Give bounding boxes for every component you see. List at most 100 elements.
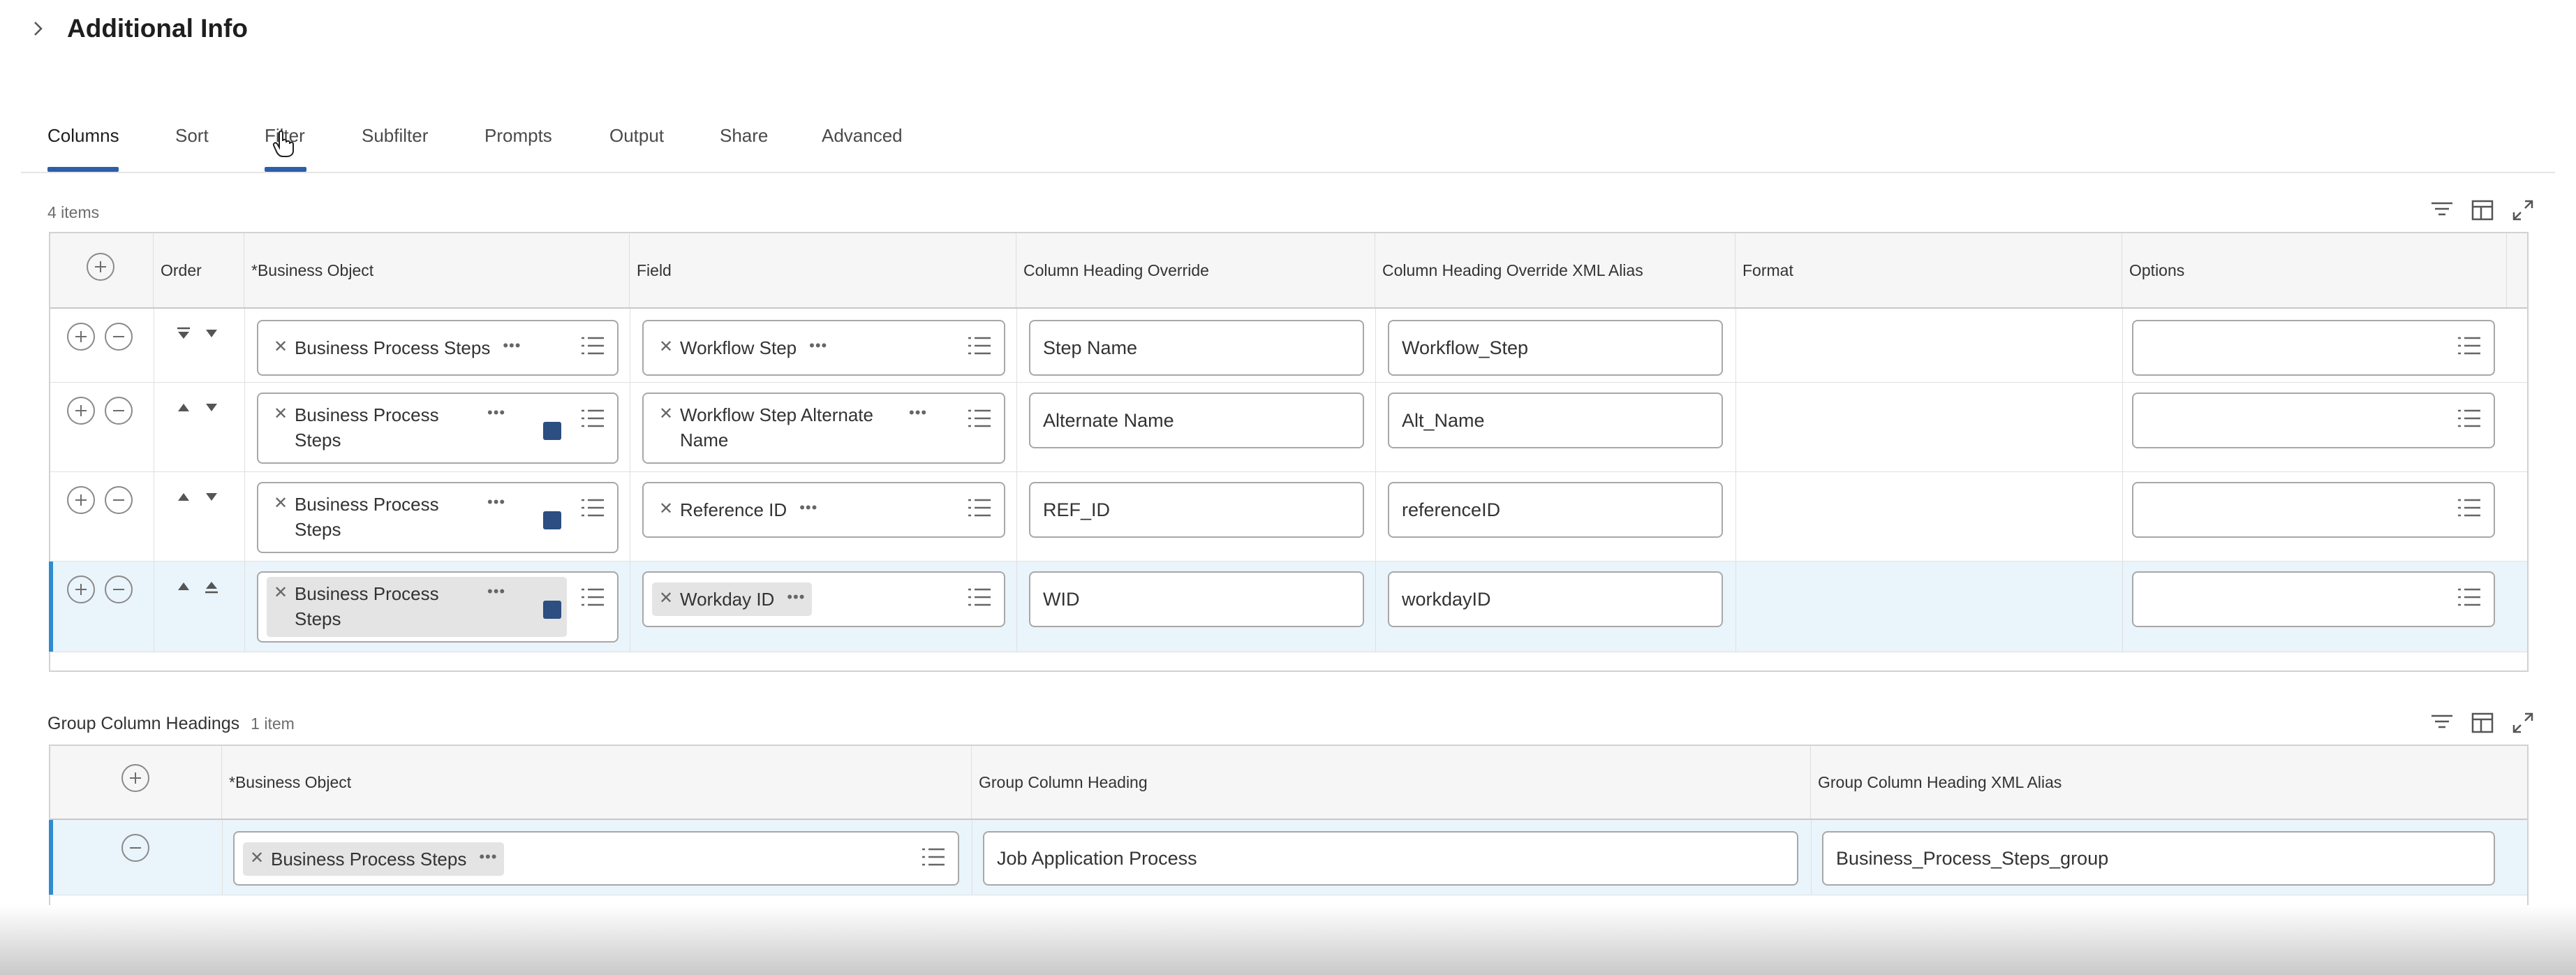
add-row-button[interactable] [67, 486, 95, 514]
business-object-prompt[interactable]: ✕ Business Process Steps ••• [257, 482, 619, 553]
list-prompt-icon[interactable] [968, 587, 991, 608]
list-prompt-icon[interactable] [581, 497, 605, 518]
remove-selection-icon[interactable]: ✕ [659, 335, 680, 359]
related-object-badge-icon[interactable] [543, 422, 561, 440]
tab-active-indicator [47, 167, 119, 172]
remove-selection-icon[interactable]: ✕ [659, 497, 680, 521]
tab-prompts[interactable]: Prompts [484, 117, 561, 172]
ellipsis-icon[interactable]: ••• [809, 335, 827, 356]
group-xml-alias-input[interactable]: Business_Process_Steps_group [1822, 831, 2495, 886]
plus-circle-icon[interactable] [87, 253, 114, 281]
selected-pill: ✕ Reference ID ••• [652, 493, 824, 527]
ellipsis-icon[interactable]: ••• [479, 846, 497, 867]
tab-subfilter[interactable]: Subfilter [362, 117, 438, 172]
list-prompt-icon[interactable] [581, 335, 605, 356]
ellipsis-icon[interactable]: ••• [487, 402, 505, 423]
hand-cursor-icon [272, 130, 294, 157]
remove-row-button[interactable] [105, 323, 133, 351]
add-row-button[interactable] [67, 397, 95, 425]
ellipsis-icon[interactable]: ••• [799, 497, 817, 518]
field-prompt[interactable]: ✕ Workday ID ••• [642, 571, 1005, 627]
fullscreen-icon[interactable] [2510, 710, 2536, 735]
options-prompt[interactable] [2132, 320, 2495, 376]
tab-advanced[interactable]: Advanced [822, 117, 912, 172]
column-heading-override-input[interactable]: Step Name [1029, 320, 1364, 376]
tab-output[interactable]: Output [609, 117, 672, 172]
list-prompt-icon[interactable] [921, 846, 945, 867]
list-prompt-icon[interactable] [968, 408, 991, 429]
list-prompt-icon[interactable] [968, 335, 991, 356]
remove-selection-icon[interactable]: ✕ [274, 581, 295, 605]
filter-icon[interactable] [2429, 198, 2455, 223]
add-row-button[interactable] [67, 323, 95, 351]
field-prompt[interactable]: ✕ Workflow Step Alternate Name ••• [642, 393, 1005, 464]
move-down-icon[interactable] [204, 401, 219, 415]
column-heading-override-input[interactable]: REF_ID [1029, 482, 1364, 538]
fullscreen-icon[interactable] [2510, 198, 2536, 223]
move-down-icon[interactable] [204, 327, 219, 341]
selected-pill: ✕ Business Process Steps ••• [267, 331, 528, 365]
business-object-prompt[interactable]: ✕ Business Process Steps ••• [257, 571, 619, 643]
ellipsis-icon[interactable]: ••• [909, 402, 927, 423]
xml-alias-input[interactable]: Alt_Name [1388, 393, 1723, 448]
ellipsis-icon[interactable]: ••• [487, 581, 505, 602]
remove-row-button[interactable] [105, 486, 133, 514]
options-prompt[interactable] [2132, 482, 2495, 538]
remove-selection-icon[interactable]: ✕ [274, 492, 295, 515]
move-up-icon[interactable] [176, 401, 191, 415]
field-prompt[interactable]: ✕ Workflow Step ••• [642, 320, 1005, 376]
move-up-icon[interactable] [176, 490, 191, 504]
business-object-prompt[interactable]: ✕ Business Process Steps ••• [233, 831, 959, 886]
xml-alias-input[interactable]: referenceID [1388, 482, 1723, 538]
move-up-icon[interactable] [176, 580, 191, 594]
list-prompt-icon[interactable] [581, 587, 605, 608]
filter-icon[interactable] [2429, 710, 2455, 735]
related-object-badge-icon[interactable] [543, 601, 561, 619]
table-row: ✕ Business Process Steps ••• ✕ Reference… [50, 472, 2527, 562]
field-prompt[interactable]: ✕ Reference ID ••• [642, 482, 1005, 538]
plus-circle-icon[interactable] [121, 764, 149, 792]
section-header[interactable]: Additional Info [28, 10, 248, 47]
xml-alias-input[interactable]: workdayID [1388, 571, 1723, 627]
business-object-prompt[interactable]: ✕ Business Process Steps ••• [257, 320, 619, 376]
selected-pill: ✕ Workflow Step Alternate Name ••• [652, 398, 959, 457]
move-down-icon[interactable] [204, 490, 219, 504]
chevron-right-icon[interactable] [28, 18, 49, 39]
remove-selection-icon[interactable]: ✕ [659, 587, 680, 610]
field-value: Workday ID [680, 589, 775, 610]
list-prompt-icon[interactable] [2457, 335, 2481, 356]
group-column-heading-input[interactable]: Job Application Process [983, 831, 1798, 886]
tab-sort[interactable]: Sort [175, 117, 217, 172]
remove-selection-icon[interactable]: ✕ [274, 335, 295, 359]
remove-row-button[interactable] [121, 834, 149, 862]
business-object-prompt[interactable]: ✕ Business Process Steps ••• [257, 393, 619, 464]
list-prompt-icon[interactable] [581, 408, 605, 429]
options-prompt[interactable] [2132, 571, 2495, 627]
business-object-value: Business Process Steps [295, 494, 439, 540]
remove-row-button[interactable] [105, 576, 133, 603]
remove-selection-icon[interactable]: ✕ [274, 402, 295, 426]
business-object-value: Business Process Steps [295, 337, 491, 358]
xml-alias-input[interactable]: Workflow_Step [1388, 320, 1723, 376]
move-to-bottom-icon[interactable] [176, 327, 191, 341]
ellipsis-icon[interactable]: ••• [503, 335, 521, 356]
list-prompt-icon[interactable] [2457, 408, 2481, 429]
ellipsis-icon[interactable]: ••• [487, 492, 505, 513]
list-prompt-icon[interactable] [968, 497, 991, 518]
remove-selection-icon[interactable]: ✕ [659, 402, 680, 426]
move-to-top-icon[interactable] [204, 580, 219, 594]
add-row-button[interactable] [67, 576, 95, 603]
remove-selection-icon[interactable]: ✕ [250, 846, 271, 870]
tab-columns[interactable]: Columns [47, 117, 119, 172]
column-heading-override-input[interactable]: Alternate Name [1029, 393, 1364, 448]
ellipsis-icon[interactable]: ••• [787, 587, 805, 608]
remove-row-button[interactable] [105, 397, 133, 425]
options-prompt[interactable] [2132, 393, 2495, 448]
list-prompt-icon[interactable] [2457, 587, 2481, 608]
table-layout-icon[interactable] [2470, 198, 2495, 223]
table-layout-icon[interactable] [2470, 710, 2495, 735]
column-heading-override-input[interactable]: WID [1029, 571, 1364, 627]
tab-share[interactable]: Share [720, 117, 776, 172]
related-object-badge-icon[interactable] [543, 511, 561, 529]
list-prompt-icon[interactable] [2457, 497, 2481, 518]
